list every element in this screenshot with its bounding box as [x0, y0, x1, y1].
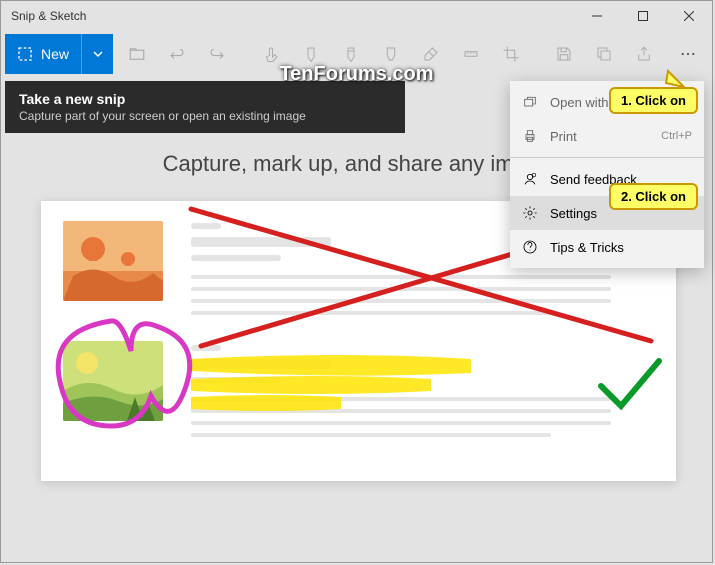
pencil-icon — [342, 45, 360, 63]
annotation-callout-2: 2. Click on — [609, 183, 698, 210]
copy-button[interactable] — [584, 34, 624, 74]
crop-icon — [502, 45, 520, 63]
eraser-icon — [422, 45, 440, 63]
tooltip-title: Take a new snip — [19, 91, 391, 107]
titlebar: Snip & Sketch — [1, 1, 712, 31]
watermark-text: TenForums.com — [279, 63, 433, 86]
menu-separator — [510, 157, 704, 158]
folder-icon — [128, 45, 146, 63]
sample-thumb-orange — [63, 221, 163, 301]
menu-label: Settings — [550, 206, 597, 221]
tooltip-subtitle: Capture part of your screen or open an e… — [19, 109, 391, 123]
menu-shortcut: Ctrl+P — [661, 130, 692, 142]
menu-label: Open with — [550, 95, 609, 110]
ruler-button[interactable] — [451, 34, 491, 74]
sample-thumb-green — [63, 341, 163, 421]
touch-icon — [262, 45, 280, 63]
menu-item-print[interactable]: Print Ctrl+P — [510, 119, 704, 153]
new-snip-button[interactable]: New — [5, 34, 113, 74]
menu-item-tips[interactable]: Tips & Tricks — [510, 230, 704, 264]
highlighter-icon — [382, 45, 400, 63]
crop-button[interactable] — [491, 34, 531, 74]
new-snip-tooltip: Take a new snip Capture part of your scr… — [5, 81, 405, 133]
redo-button[interactable] — [197, 34, 237, 74]
undo-button[interactable] — [157, 34, 197, 74]
save-icon — [555, 45, 573, 63]
print-icon — [522, 128, 538, 144]
more-button[interactable] — [668, 34, 708, 74]
menu-label: Tips & Tricks — [550, 240, 624, 255]
ellipsis-icon — [679, 45, 697, 63]
open-button[interactable] — [117, 34, 157, 74]
ruler-icon — [462, 45, 480, 63]
app-window: Snip & Sketch New — [0, 0, 713, 563]
share-icon — [635, 45, 653, 63]
close-button[interactable] — [666, 1, 712, 31]
annotation-callout-1: 1. Click on — [609, 87, 698, 114]
minimize-button[interactable] — [574, 1, 620, 31]
new-label: New — [41, 46, 69, 62]
save-button[interactable] — [544, 34, 584, 74]
feedback-icon — [522, 171, 538, 187]
share-button[interactable] — [624, 34, 664, 74]
snip-icon — [17, 46, 33, 62]
chevron-down-icon — [92, 48, 104, 60]
window-controls — [574, 1, 712, 31]
new-snip-dropdown[interactable] — [81, 34, 113, 74]
copy-icon — [595, 45, 613, 63]
window-title: Snip & Sketch — [1, 9, 86, 23]
open-with-icon — [522, 94, 538, 110]
redo-icon — [208, 45, 226, 63]
pen-icon — [302, 45, 320, 63]
new-snip-main[interactable]: New — [5, 34, 81, 74]
menu-label: Print — [550, 129, 577, 144]
maximize-button[interactable] — [620, 1, 666, 31]
sample-lines-2 — [191, 345, 611, 445]
undo-icon — [168, 45, 186, 63]
gear-icon — [522, 205, 538, 221]
help-icon — [522, 239, 538, 255]
